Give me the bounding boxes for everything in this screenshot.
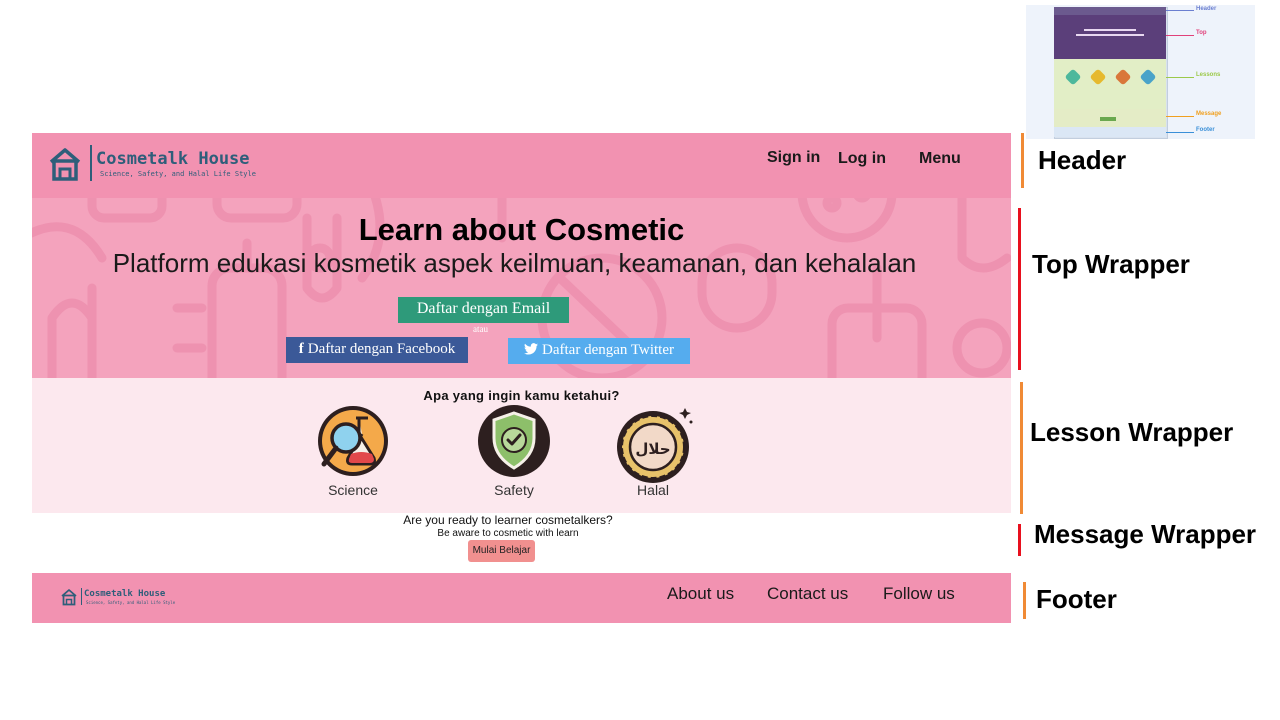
annotation-top-wrapper: Top Wrapper	[1032, 249, 1190, 279]
facebook-icon: f	[298, 341, 304, 357]
thumbnail-line	[1076, 34, 1144, 36]
thumbnail-label-header: Header	[1196, 6, 1217, 12]
top-wrapper: Learn about Cosmetic Platform edukasi ko…	[32, 198, 1011, 378]
thumbnail-label-lessons: Lessons	[1196, 72, 1221, 78]
thumbnail-hex	[1064, 68, 1082, 86]
thumbnail-connector	[1166, 116, 1194, 117]
twitter-bird-icon	[524, 343, 539, 355]
footer-brand-tagline: Science, Safety, and Halal Life Style	[86, 600, 176, 605]
house-logo-icon	[61, 589, 77, 606]
brand-tagline: Science, Safety, and Halal Life Style	[100, 170, 256, 178]
thumbnail-label-message: Message	[1196, 111, 1222, 117]
message-question: Are you ready to learner cosmetalkers?	[403, 513, 613, 527]
nav-menu[interactable]: Menu	[919, 150, 961, 168]
footer-logo-divider	[81, 588, 82, 605]
annotation-message-wrapper: Message Wrapper	[1034, 519, 1257, 549]
annotation-footer: Footer	[1036, 584, 1117, 614]
science-icon	[318, 406, 388, 476]
thumbnail-header-block	[1054, 7, 1166, 15]
topic-science-label: Science	[328, 482, 378, 498]
topic-halal[interactable]: حلال Halal	[603, 404, 703, 498]
nav-sign-in[interactable]: Sign in	[767, 149, 820, 167]
register-facebook-button[interactable]: f Daftar dengan Facebook	[286, 337, 468, 363]
footer-link-contact[interactable]: Contact us	[767, 584, 848, 604]
brand-title[interactable]: Cosmetalk House	[96, 149, 250, 169]
annotation-bar-header	[1021, 133, 1024, 188]
register-facebook-label: Daftar dengan Facebook	[307, 341, 456, 357]
nav-log-in[interactable]: Log in	[838, 150, 886, 168]
site-header: Cosmetalk House Science, Safety, and Hal…	[32, 133, 1011, 198]
or-separator: atau	[473, 324, 488, 334]
layout-thumbnail: Header Top Lessons Message Footer	[1026, 5, 1255, 139]
footer-brand-title[interactable]: Cosmetalk House	[84, 589, 165, 599]
logo-divider	[90, 145, 92, 181]
thumbnail-hex	[1089, 68, 1107, 86]
hero-subtitle: Platform edukasi kosmetik aspek keilmuan…	[112, 248, 917, 278]
thumbnail-label-top: Top	[1196, 30, 1207, 36]
thumbnail-hex	[1114, 68, 1132, 86]
thumbnail-connector	[1166, 35, 1194, 36]
register-twitter-label: Daftar dengan Twitter	[542, 342, 674, 358]
lesson-wrapper: Apa yang ingin kamu ketahui? Science Saf…	[32, 378, 1011, 513]
topic-safety[interactable]: Safety	[464, 404, 564, 498]
message-subtitle: Be aware to cosmetic with learn	[437, 528, 579, 539]
thumbnail-connector	[1166, 132, 1194, 133]
lesson-question: Apa yang ingin kamu ketahui?	[423, 388, 620, 403]
safety-shield-icon	[478, 405, 550, 477]
start-learning-button[interactable]: Mulai Belajar	[468, 540, 535, 562]
annotation-lesson-wrapper: Lesson Wrapper	[1030, 417, 1234, 447]
register-twitter-button[interactable]: Daftar dengan Twitter	[508, 338, 690, 364]
annotation-bar-top	[1018, 208, 1021, 370]
thumbnail-button	[1100, 117, 1116, 121]
halal-arabic-text: حلال	[635, 440, 670, 458]
annotation-bar-message	[1018, 524, 1021, 556]
thumbnail-top-block	[1054, 15, 1166, 59]
thumbnail-lessons-block	[1054, 59, 1166, 109]
halal-badge-icon: حلال	[617, 408, 693, 483]
hero-title: Learn about Cosmetic	[358, 212, 685, 247]
house-logo-icon	[49, 148, 81, 181]
annotation-header: Header	[1038, 145, 1127, 175]
topic-science[interactable]: Science	[303, 404, 403, 498]
annotation-bar-lesson	[1020, 382, 1023, 514]
topic-safety-label: Safety	[494, 482, 534, 498]
register-email-button[interactable]: Daftar dengan Email	[398, 297, 569, 323]
footer-link-about[interactable]: About us	[667, 584, 734, 604]
annotation-bar-footer	[1023, 582, 1026, 619]
thumbnail-footer-block	[1054, 127, 1166, 137]
thumbnail-message-block	[1054, 109, 1166, 127]
thumbnail-hex	[1139, 68, 1157, 86]
thumbnail-line	[1084, 29, 1136, 31]
topic-halal-label: Halal	[637, 482, 669, 498]
site-footer: Cosmetalk House Science, Safety, and Hal…	[32, 573, 1011, 623]
thumbnail-connector	[1166, 10, 1194, 11]
footer-link-follow[interactable]: Follow us	[883, 584, 955, 604]
thumbnail-label-footer: Footer	[1196, 127, 1215, 133]
thumbnail-connector	[1166, 77, 1194, 78]
